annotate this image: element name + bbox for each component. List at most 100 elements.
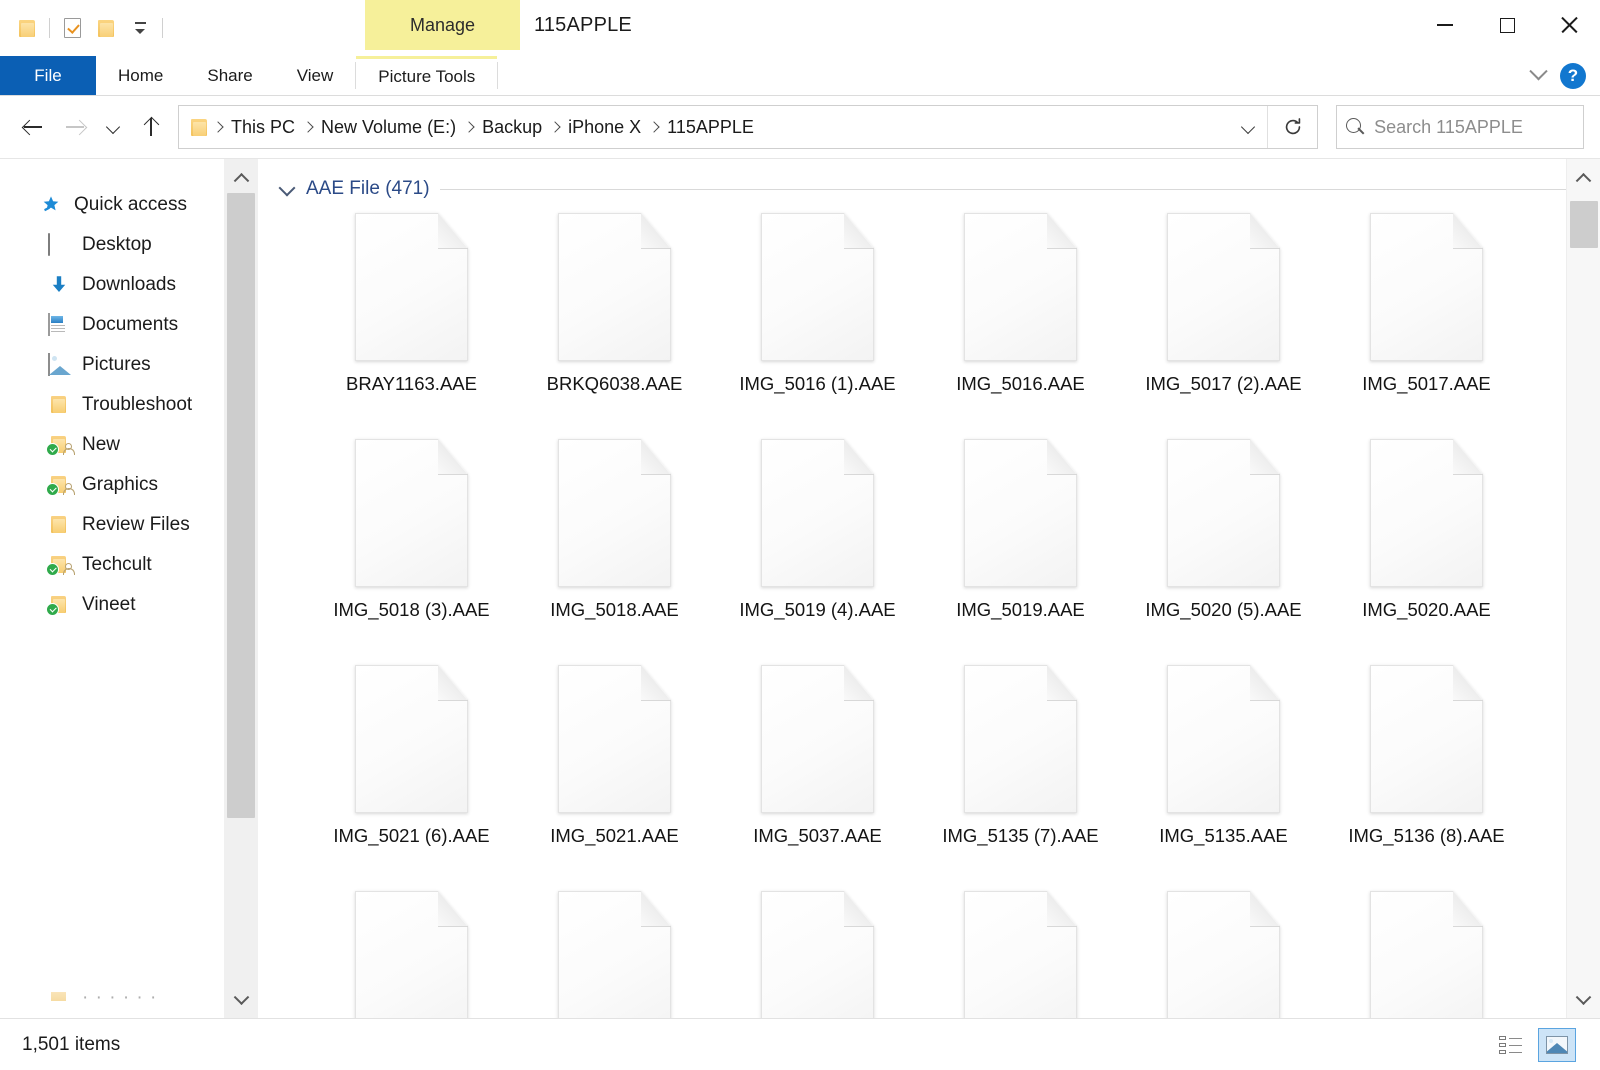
file-item[interactable]: IMG_5020.AAE xyxy=(1325,431,1528,657)
file-item[interactable]: IMG_5016 (1).AAE xyxy=(716,205,919,431)
chevron-down-icon[interactable] xyxy=(1526,64,1550,88)
tab-view[interactable]: View xyxy=(275,56,356,95)
manage-contextual-tab[interactable]: Manage xyxy=(365,0,520,50)
close-icon xyxy=(1559,15,1579,35)
sidebar-item-vineet[interactable]: Vineet xyxy=(0,585,258,625)
sidebar-scroll-thumb[interactable] xyxy=(227,193,255,818)
content-scroll-thumb[interactable] xyxy=(1570,201,1598,248)
chevron-down-icon[interactable] xyxy=(123,11,157,45)
scroll-up-button[interactable] xyxy=(224,159,258,193)
checkbox-icon[interactable] xyxy=(55,11,89,45)
breadcrumb-item-new-volume[interactable]: New Volume (E:) xyxy=(314,113,463,142)
breadcrumb-separator[interactable] xyxy=(212,123,224,131)
file-item-partial[interactable] xyxy=(919,883,1122,1018)
file-item[interactable]: BRAY1163.AAE xyxy=(310,205,513,431)
minimize-button[interactable] xyxy=(1414,0,1476,50)
close-button[interactable] xyxy=(1538,0,1600,50)
ribbon-divider xyxy=(497,62,498,89)
tab-picture-tools[interactable]: Picture Tools xyxy=(356,56,497,95)
folder-icon[interactable] xyxy=(10,11,44,45)
sidebar-item-review-files[interactable]: Review Files xyxy=(0,505,258,545)
sidebar-item-quick-access[interactable]: Quick access xyxy=(0,185,258,225)
file-item[interactable]: IMG_5135.AAE xyxy=(1122,657,1325,883)
details-view-button[interactable] xyxy=(1492,1028,1530,1062)
sidebar-item-label: Pictures xyxy=(82,354,151,376)
toolbar-divider xyxy=(49,18,50,38)
file-item[interactable]: IMG_5021.AAE xyxy=(513,657,716,883)
breadcrumb-item-this-pc[interactable]: This PC xyxy=(224,113,302,142)
file-item-partial[interactable] xyxy=(716,883,919,1018)
file-item[interactable]: IMG_5020 (5).AAE xyxy=(1122,431,1325,657)
file-item[interactable]: IMG_5037.AAE xyxy=(716,657,919,883)
breadcrumb-item-iphone-x[interactable]: iPhone X xyxy=(561,113,648,142)
file-name-label: IMG_5019 (4).AAE xyxy=(739,597,895,623)
file-item-partial[interactable] xyxy=(513,883,716,1018)
group-header-label[interactable]: AAE File (471) xyxy=(306,178,430,200)
recent-locations-button[interactable] xyxy=(96,106,130,148)
forward-button[interactable] xyxy=(54,106,96,148)
previous-locations-button[interactable] xyxy=(1229,106,1267,148)
group-header[interactable]: AAE File (471) xyxy=(258,159,1600,205)
file-item[interactable]: IMG_5019.AAE xyxy=(919,431,1122,657)
file-item[interactable]: IMG_5017 (2).AAE xyxy=(1122,205,1325,431)
tab-share-label: Share xyxy=(207,66,252,86)
file-icon xyxy=(761,213,874,361)
sidebar-item-partial[interactable]: · · · · · · xyxy=(0,980,225,1014)
sidebar-item-graphics[interactable]: Graphics xyxy=(0,465,258,505)
scroll-down-button[interactable] xyxy=(224,984,258,1018)
scroll-up-button[interactable] xyxy=(1567,159,1600,193)
file-item[interactable]: IMG_5016.AAE xyxy=(919,205,1122,431)
tab-share[interactable]: Share xyxy=(185,56,274,95)
search-input[interactable] xyxy=(1374,117,1583,138)
scroll-down-button[interactable] xyxy=(1567,984,1600,1018)
file-icon xyxy=(964,665,1077,813)
up-button[interactable] xyxy=(130,106,172,148)
sidebar-item-new[interactable]: New xyxy=(0,425,258,465)
refresh-button[interactable] xyxy=(1267,106,1317,148)
sidebar-scroll-track[interactable] xyxy=(224,193,258,984)
file-item-partial[interactable] xyxy=(310,883,513,1018)
file-item-partial[interactable] xyxy=(1325,883,1528,1018)
file-item[interactable]: IMG_5136 (8).AAE xyxy=(1325,657,1528,883)
breadcrumb-separator[interactable] xyxy=(302,123,314,131)
breadcrumb-item-backup[interactable]: Backup xyxy=(475,113,549,142)
file-icon xyxy=(1370,213,1483,361)
file-item[interactable]: IMG_5018.AAE xyxy=(513,431,716,657)
breadcrumb[interactable]: This PC New Volume (E:) Backup iPhone X … xyxy=(178,105,1318,149)
file-item[interactable]: IMG_5135 (7).AAE xyxy=(919,657,1122,883)
file-item-partial[interactable] xyxy=(1122,883,1325,1018)
folder-icon[interactable] xyxy=(89,11,123,45)
large-icons-view-button[interactable] xyxy=(1538,1028,1576,1062)
sidebar-scrollbar[interactable] xyxy=(224,159,258,1018)
sidebar-item-downloads[interactable]: Downloads xyxy=(0,265,258,305)
file-item[interactable]: BRKQ6038.AAE xyxy=(513,205,716,431)
file-item[interactable]: IMG_5019 (4).AAE xyxy=(716,431,919,657)
sidebar-item-desktop[interactable]: Desktop xyxy=(0,225,258,265)
sidebar-item-label: Vineet xyxy=(82,594,136,616)
file-icon xyxy=(761,665,874,813)
sidebar-item-techcult[interactable]: Techcult xyxy=(0,545,258,585)
sidebar-item-documents[interactable]: Documents xyxy=(0,305,258,345)
maximize-button[interactable] xyxy=(1476,0,1538,50)
file-item[interactable]: IMG_5021 (6).AAE xyxy=(310,657,513,883)
tab-file[interactable]: File xyxy=(0,56,96,95)
file-list-view[interactable]: AAE File (471) BRAY1163.AAEBRKQ6038.AAEI… xyxy=(258,159,1600,1018)
help-icon[interactable]: ? xyxy=(1560,63,1586,89)
back-button[interactable] xyxy=(12,106,54,148)
content-scroll-track[interactable] xyxy=(1567,193,1600,984)
breadcrumb-separator[interactable] xyxy=(463,123,475,131)
sidebar-item-troubleshoot[interactable]: Troubleshoot xyxy=(0,385,258,425)
breadcrumb-separator[interactable] xyxy=(648,123,660,131)
content-scrollbar[interactable] xyxy=(1566,159,1600,1018)
tab-home[interactable]: Home xyxy=(96,56,185,95)
file-icon xyxy=(964,891,1077,1018)
file-item[interactable]: IMG_5018 (3).AAE xyxy=(310,431,513,657)
breadcrumb-separator[interactable] xyxy=(549,123,561,131)
file-item[interactable]: IMG_5017.AAE xyxy=(1325,205,1528,431)
sidebar-item-pictures[interactable]: Pictures xyxy=(0,345,258,385)
search-box[interactable] xyxy=(1336,105,1584,149)
search-icon xyxy=(1337,118,1374,137)
tab-picture-tools-label: Picture Tools xyxy=(378,67,475,87)
breadcrumb-item-115apple[interactable]: 115APPLE xyxy=(660,113,761,142)
chevron-down-icon[interactable] xyxy=(278,180,296,198)
